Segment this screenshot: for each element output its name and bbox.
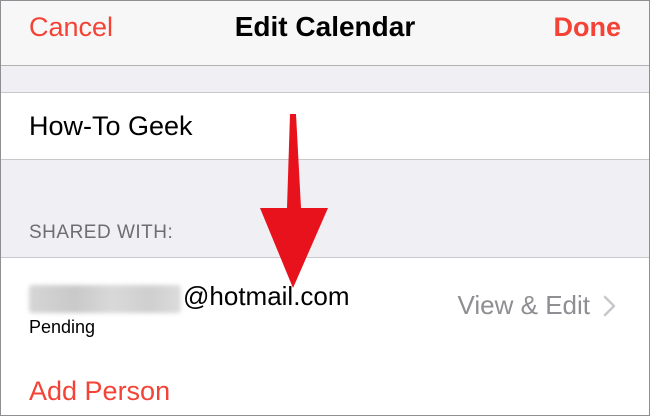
done-button[interactable]: Done: [554, 10, 622, 44]
permission-label: View & Edit: [457, 290, 590, 320]
red-arrow-annotation: [260, 114, 328, 288]
chevron-right-icon: [603, 295, 616, 317]
shared-with-header: SHARED WITH:: [29, 222, 174, 243]
navigation-bar: Cancel Edit Calendar Done: [0, 0, 650, 66]
status-label: Pending: [29, 317, 96, 337]
page-title: Edit Calendar: [234, 11, 416, 42]
add-person-row[interactable]: Add Person: [0, 352, 650, 416]
add-person-button[interactable]: Add Person: [29, 374, 170, 408]
calendar-name-field[interactable]: How-To Geek: [29, 109, 193, 143]
redacted-email-username: [29, 285, 181, 313]
